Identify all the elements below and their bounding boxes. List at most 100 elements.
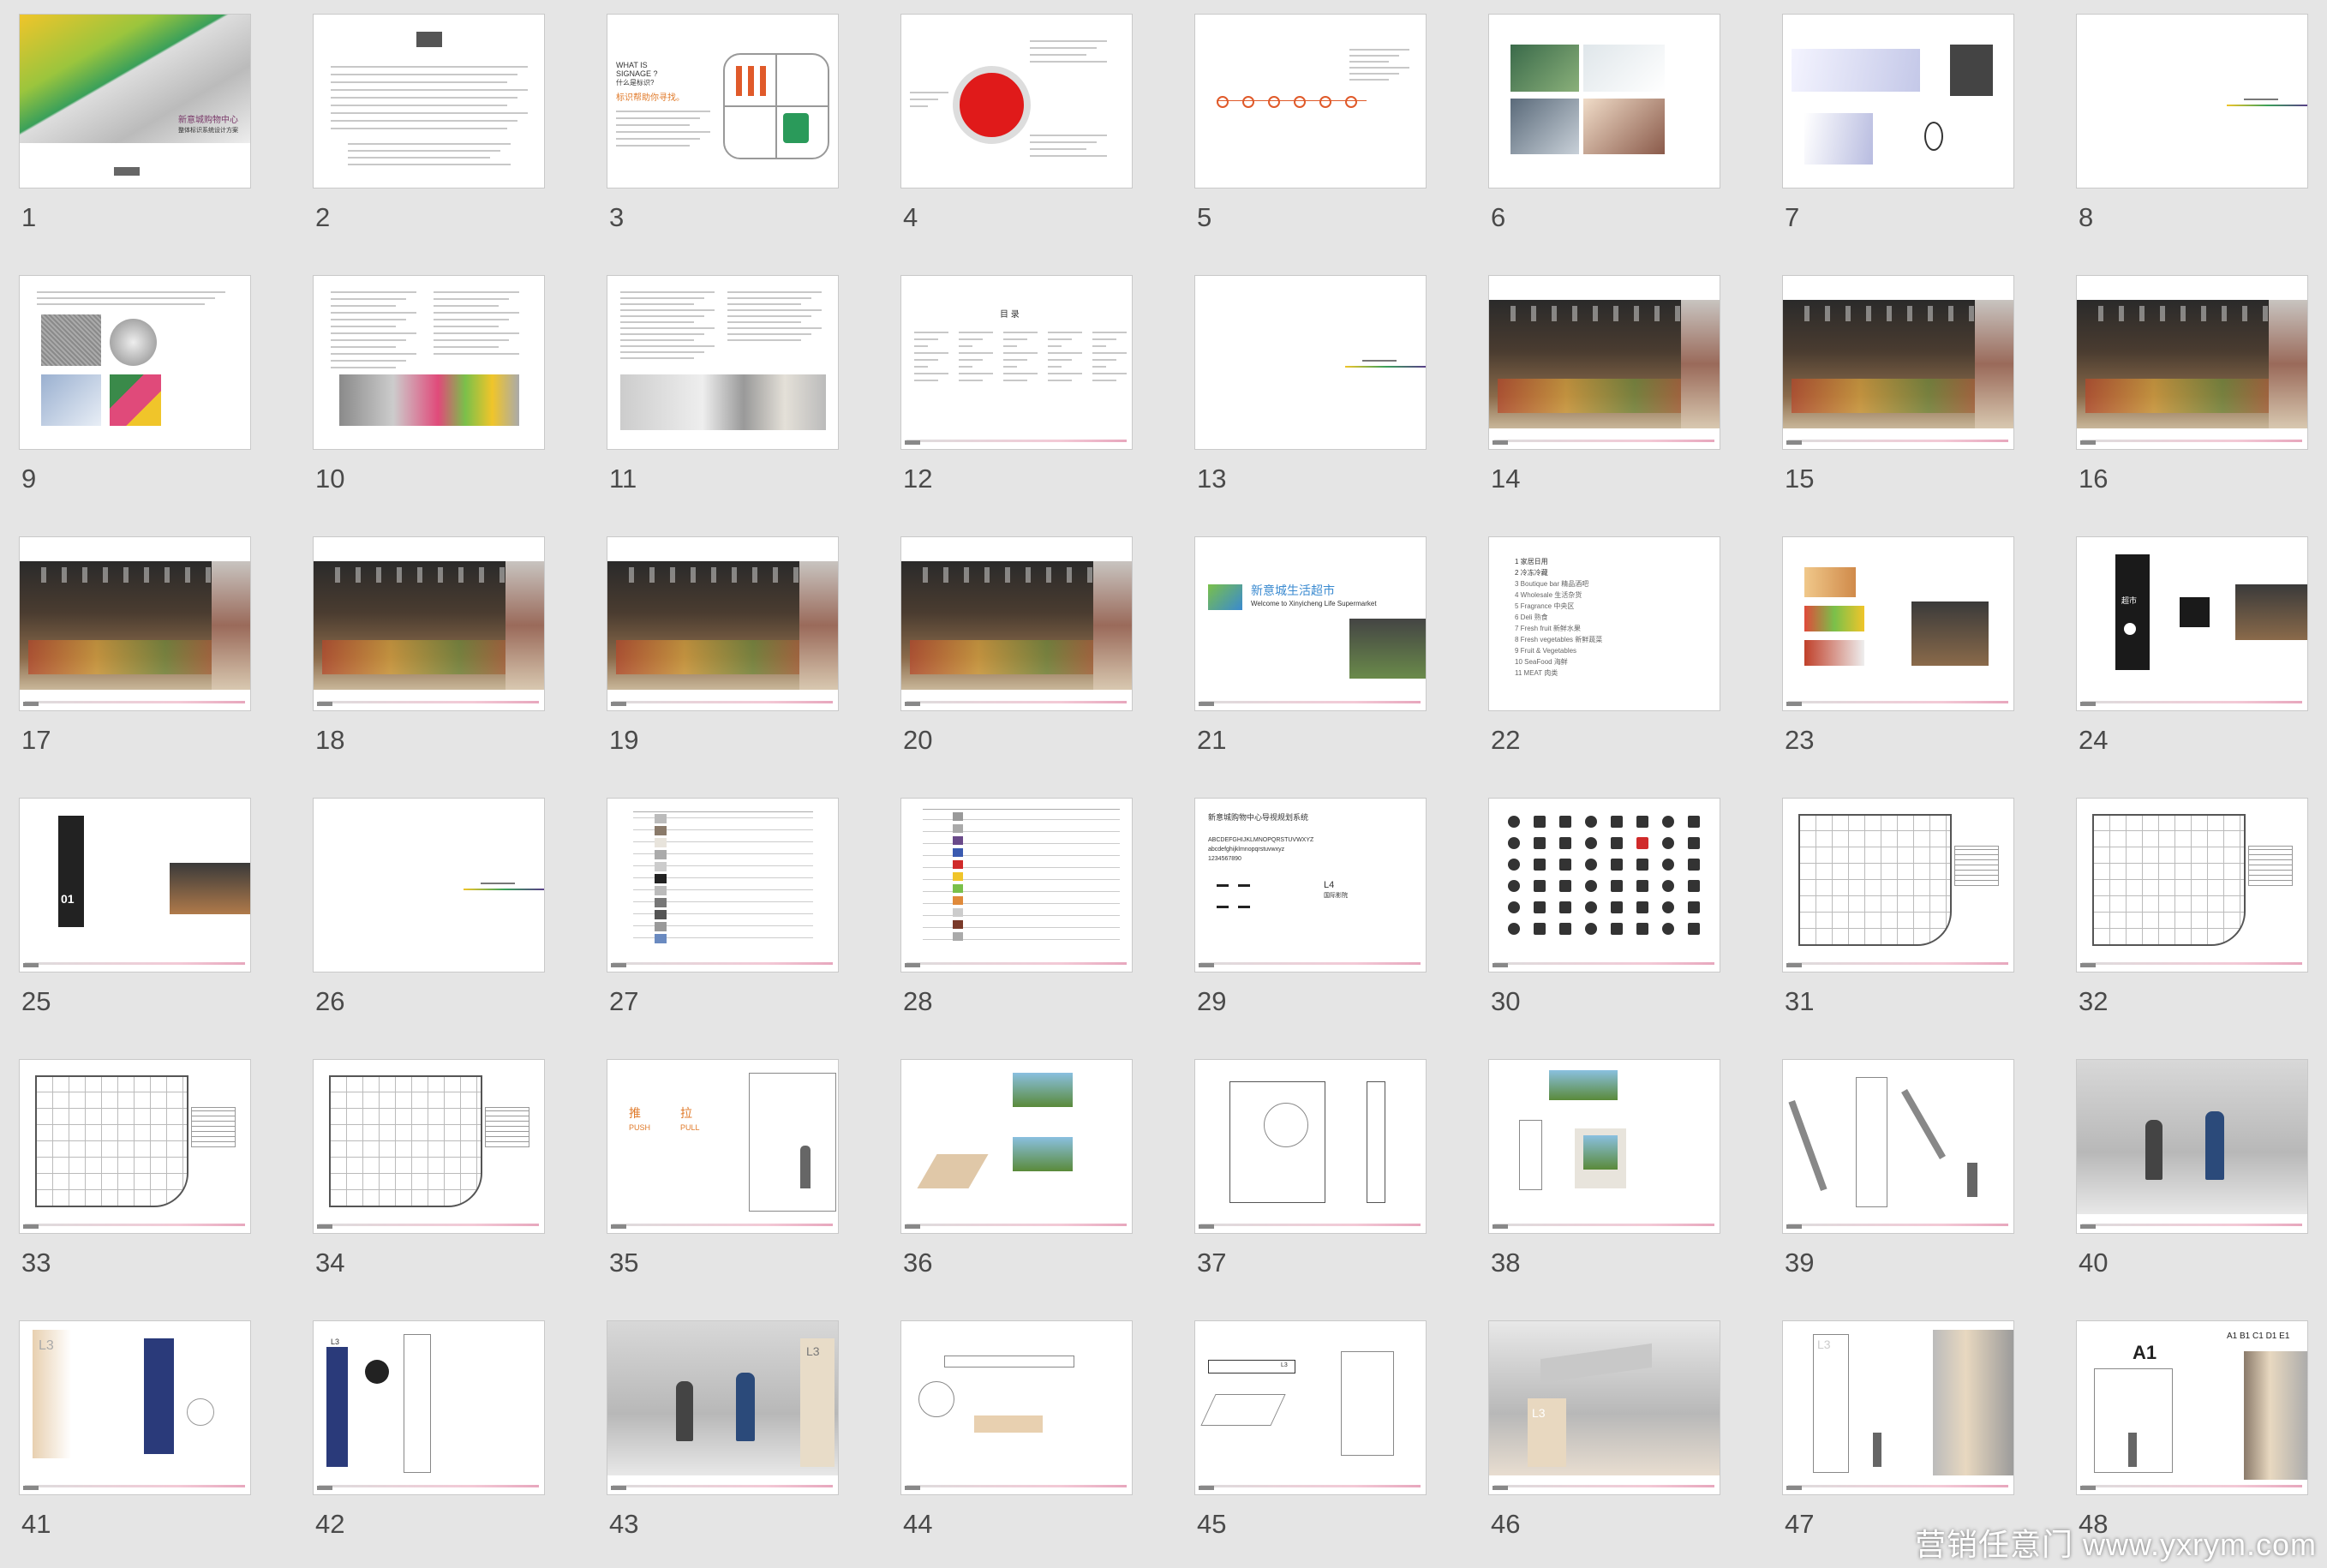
pictogram-icon <box>1636 816 1648 828</box>
text-line <box>1003 338 1027 340</box>
pictogram-icon <box>1636 923 1648 935</box>
arrow-icon <box>1217 906 1229 908</box>
slide-thumbnail[interactable] <box>1194 275 1427 450</box>
slide-thumbnail[interactable] <box>2076 1059 2308 1234</box>
swatch <box>655 874 667 883</box>
slide-thumbnail[interactable] <box>900 1320 1133 1495</box>
slide-thumbnail[interactable]: L3 <box>1488 1320 1720 1495</box>
slide-thumbnail[interactable] <box>313 275 545 450</box>
slide-thumbnail[interactable]: L3 <box>19 1320 251 1495</box>
slide-thumbnail[interactable] <box>1488 798 1720 973</box>
slide-footer-logo <box>1199 1224 1214 1229</box>
text-line <box>727 315 811 317</box>
slide-thumbnail[interactable] <box>1194 1059 1427 1234</box>
slide-thumbnail[interactable]: L3 <box>313 1320 545 1495</box>
slide-number: 31 <box>1785 986 1815 1016</box>
text-line <box>1003 332 1038 333</box>
food-photo <box>1804 606 1864 631</box>
text-line <box>1048 332 1082 333</box>
slide-thumbnail[interactable] <box>1782 798 2014 973</box>
slide-thumbnail[interactable]: L3 <box>607 1320 839 1495</box>
slide-thumbnail[interactable]: 推 PUSH 拉 PULL <box>607 1059 839 1234</box>
text-line <box>1003 380 1027 381</box>
slide-footer-bar <box>1788 1485 2008 1487</box>
text-line <box>959 366 972 368</box>
pictogram-icon <box>1688 816 1700 828</box>
text-line <box>348 150 500 152</box>
pictogram-icon <box>1662 901 1674 913</box>
slide-number: 1 <box>21 202 37 232</box>
slide-thumbnail[interactable] <box>607 798 839 973</box>
slide-thumbnail[interactable] <box>900 536 1133 711</box>
slide-thumbnail[interactable]: 超市 <box>2076 536 2308 711</box>
sign-sample <box>2180 597 2210 627</box>
slide-thumbnail[interactable] <box>1488 14 1720 189</box>
slide-footer-bar <box>1494 1224 1714 1226</box>
slide-thumbnail[interactable] <box>1194 14 1427 189</box>
slide-thumbnail[interactable] <box>19 536 251 711</box>
slide-thumbnail[interactable] <box>1782 536 2014 711</box>
pictogram-icon <box>1508 859 1520 871</box>
slide-number: 44 <box>903 1509 933 1539</box>
text-line <box>1030 141 1097 143</box>
slide-thumbnail[interactable] <box>1782 14 2014 189</box>
slide-thumbnail[interactable] <box>2076 14 2308 189</box>
slide-thumbnail[interactable] <box>1488 275 1720 450</box>
slide-thumbnail[interactable]: 1 家居日用 2 冷冻冷藏 3 Boutique bar 精品酒吧 4 Wholesa… <box>1488 536 1720 711</box>
section-title <box>2244 99 2278 100</box>
slide-thumbnail[interactable]: A1 A1 B1 C1 D1 E1 <box>2076 1320 2308 1495</box>
text-line <box>1048 373 1082 374</box>
slide-thumbnail[interactable]: L3 <box>1782 1320 2014 1495</box>
text-line <box>620 339 694 341</box>
slide-number: 29 <box>1197 986 1227 1016</box>
slide-thumbnail[interactable] <box>2076 798 2308 973</box>
text-line <box>959 373 993 374</box>
slide-number: 14 <box>1491 464 1521 494</box>
text-line <box>914 338 938 340</box>
slide-thumbnail[interactable] <box>313 1059 545 1234</box>
pictogram-icon <box>1662 816 1674 828</box>
slide-thumbnail[interactable] <box>607 536 839 711</box>
slide-thumbnail[interactable] <box>313 798 545 973</box>
slide-thumbnail[interactable] <box>1782 275 2014 450</box>
slide-footer-logo <box>317 1224 332 1229</box>
arrow-icon <box>1217 884 1229 887</box>
slide-thumbnail[interactable] <box>900 1059 1133 1234</box>
text-line <box>348 164 511 165</box>
slide-thumbnail[interactable] <box>19 275 251 450</box>
produce-display <box>322 640 528 674</box>
slide-thumbnail[interactable]: WHAT IS SIGNAGE ? 什么是标识? 标识帮助你寻找。 <box>607 14 839 189</box>
produce-display <box>2085 379 2291 413</box>
slide-thumbnail[interactable]: 新意城购物中心 整体标识系统设计方案 <box>19 14 251 189</box>
color-swatch <box>953 932 963 941</box>
slide-thumbnail[interactable] <box>2076 275 2308 450</box>
slide-thumbnail[interactable]: 新意城生活超市 Welcome to Xinyicheng Life Superm… <box>1194 536 1427 711</box>
text-line <box>1349 67 1409 69</box>
slide-thumbnail[interactable] <box>313 536 545 711</box>
slide-thumbnail[interactable] <box>1782 1059 2014 1234</box>
slide-thumbnail[interactable] <box>1488 1059 1720 1234</box>
material <box>110 374 161 426</box>
slide-thumbnail[interactable]: L3 <box>1194 1320 1427 1495</box>
slide-footer-bar <box>1494 962 1714 965</box>
slide-text: 1234567890 <box>1208 856 1241 862</box>
slide-thumbnail[interactable] <box>19 1059 251 1234</box>
slide-thumbnail[interactable] <box>900 798 1133 973</box>
text-line <box>910 99 938 100</box>
person-figure <box>1967 1163 1977 1197</box>
plan-legend <box>1954 846 1999 886</box>
slide-thumbnail[interactable]: 01 <box>19 798 251 973</box>
slide-thumbnail[interactable]: 目 录 <box>900 275 1133 450</box>
floor-plan <box>2092 814 2246 946</box>
color-swatch <box>953 836 963 845</box>
slide-text: SIGNAGE ? <box>616 69 658 78</box>
slide-thumbnail[interactable] <box>313 14 545 189</box>
slide-thumbnail[interactable] <box>607 275 839 450</box>
slide-thumbnail[interactable]: 新意城购物中心导视规划系统 ABCDEFGHIJKLMNOPQRSTUVWXYZ a… <box>1194 798 1427 973</box>
person-figure <box>2205 1111 2224 1180</box>
text-line <box>1003 345 1017 347</box>
slide-thumbnail[interactable] <box>900 14 1133 189</box>
person-figure <box>736 1373 755 1441</box>
list-item: 5 Fragrance 中央区 <box>1515 602 1575 610</box>
text-line <box>331 298 406 300</box>
